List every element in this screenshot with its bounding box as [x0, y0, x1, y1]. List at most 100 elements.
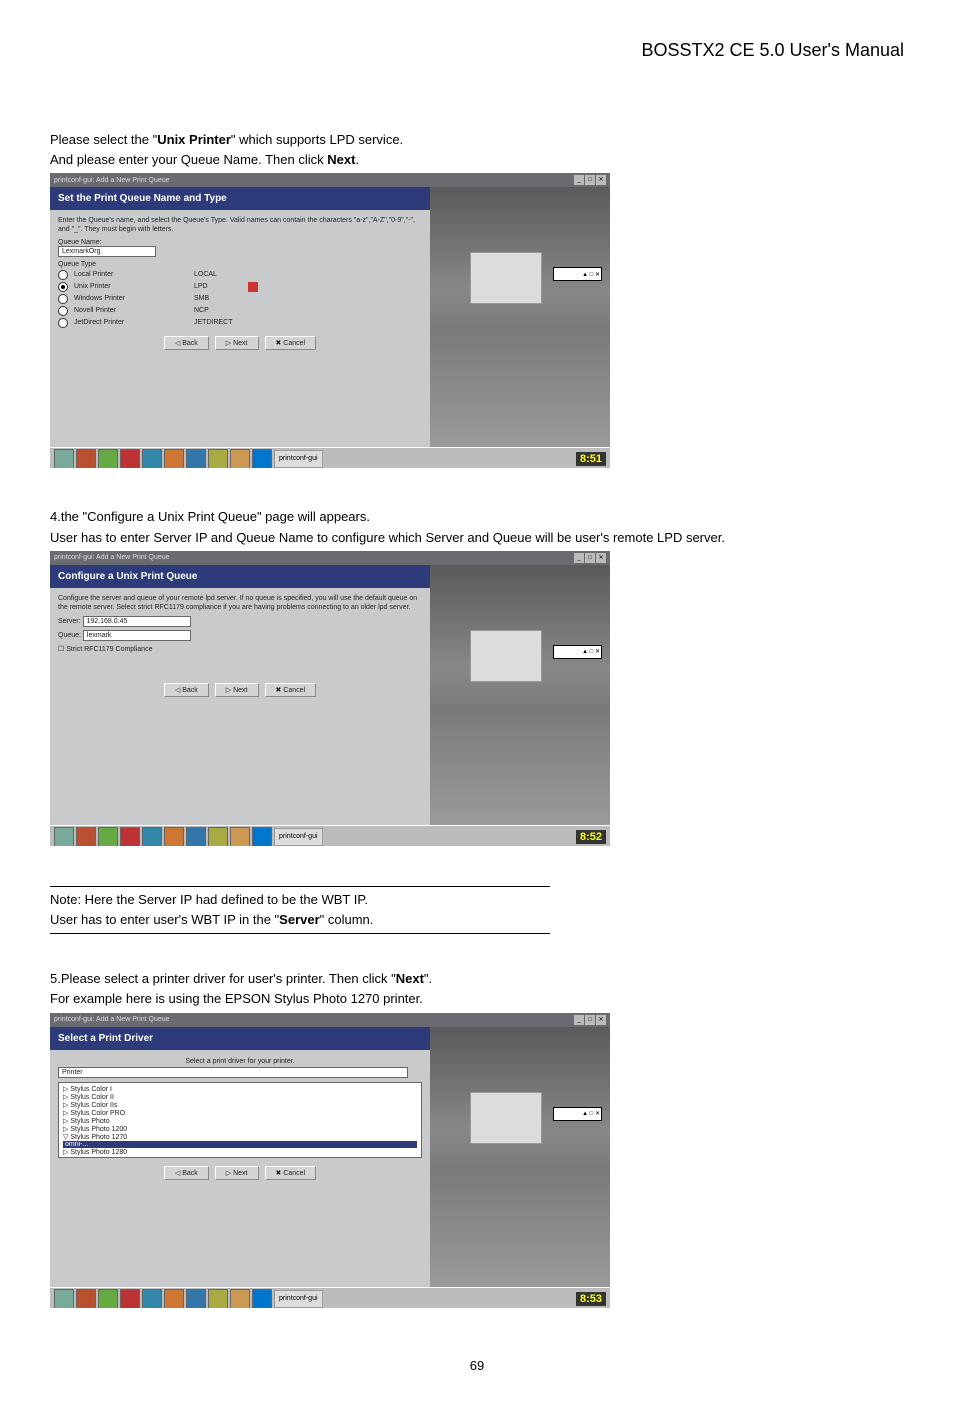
- next-button[interactable]: ▷ Next: [215, 336, 259, 350]
- taskbar: printconf-gui 8:53: [50, 1287, 610, 1308]
- small-window-icon: ▲ □ ✕: [553, 267, 602, 281]
- dialog-panel: Configure a Unix Print Queue Configure t…: [50, 565, 430, 825]
- background-photo: ▲ □ ✕: [430, 1027, 610, 1287]
- instruction-2b: User has to enter Server IP and Queue Na…: [50, 529, 904, 547]
- taskbar-icon[interactable]: [120, 827, 140, 846]
- taskbar-icon[interactable]: [252, 449, 272, 468]
- cancel-button[interactable]: ✖ Cancel: [265, 1166, 317, 1180]
- cancel-button[interactable]: ✖ Cancel: [265, 683, 317, 697]
- taskbar-app[interactable]: printconf-gui: [274, 828, 323, 846]
- taskbar-icon[interactable]: [142, 827, 162, 846]
- dialog-info: Configure the server and queue of your r…: [58, 594, 422, 612]
- divider: [50, 886, 550, 887]
- taskbar-icon[interactable]: [98, 1289, 118, 1308]
- taskbar-icon[interactable]: [54, 1289, 74, 1308]
- small-window-icon: ▲ □ ✕: [553, 1107, 602, 1121]
- instruction-3b: For example here is using the EPSON Styl…: [50, 990, 904, 1008]
- desktop-object-icon: [470, 630, 542, 682]
- minimize-icon[interactable]: _: [574, 553, 584, 563]
- close-icon[interactable]: ✕: [596, 175, 606, 185]
- window-titlebar: printconf-gui: Add a New Print Queue _ □…: [50, 551, 610, 565]
- minimize-icon[interactable]: _: [574, 1015, 584, 1025]
- queue-input[interactable]: lexmark: [83, 630, 191, 641]
- taskbar-icon[interactable]: [164, 827, 184, 846]
- queue-name-label: Queue Name:: [58, 239, 422, 246]
- server-input[interactable]: 192.168.0.45: [83, 616, 191, 627]
- taskbar-icon[interactable]: [120, 449, 140, 468]
- queue-type-label: Queue Type: [58, 261, 422, 268]
- taskbar-icon[interactable]: [54, 827, 74, 846]
- window-titlebar: printconf-gui: Add a New Print Queue _ □…: [50, 173, 610, 187]
- taskbar-icon[interactable]: [208, 449, 228, 468]
- maximize-icon[interactable]: □: [585, 1015, 595, 1025]
- close-icon[interactable]: ✕: [596, 553, 606, 563]
- page-number: 69: [50, 1358, 904, 1373]
- taskbar-icon[interactable]: [252, 827, 272, 846]
- background-photo: ▲ □ ✕: [430, 187, 610, 447]
- taskbar: printconf-gui 8:51: [50, 447, 610, 468]
- taskbar-icon[interactable]: [98, 449, 118, 468]
- small-window-icon: ▲ □ ✕: [553, 645, 602, 659]
- server-label: Server:: [58, 618, 81, 625]
- dialog-subtitle: Select a print driver for your printer.: [60, 1058, 420, 1065]
- dialog-info: Enter the Queue's name, and select the Q…: [58, 216, 422, 234]
- page-header: BOSSTX2 CE 5.0 User's Manual: [50, 40, 904, 61]
- radio-local[interactable]: Local PrinterLOCAL: [58, 270, 422, 280]
- taskbar-icon[interactable]: [76, 827, 96, 846]
- taskbar-icon[interactable]: [186, 827, 206, 846]
- close-icon[interactable]: ✕: [596, 1015, 606, 1025]
- radio-unix[interactable]: Unix PrinterLPD: [58, 282, 422, 292]
- minimize-icon[interactable]: _: [574, 175, 584, 185]
- selected-driver[interactable]: omni-...: [63, 1141, 417, 1148]
- desktop-object-icon: [470, 252, 542, 304]
- queue-name-input[interactable]: LexmarkOrg: [58, 246, 156, 257]
- taskbar-app[interactable]: printconf-gui: [274, 1290, 323, 1308]
- back-button[interactable]: ◁ Back: [164, 336, 209, 350]
- taskbar: printconf-gui 8:52: [50, 825, 610, 846]
- taskbar-app[interactable]: printconf-gui: [274, 450, 323, 468]
- instruction-1a: Please select the "Unix Printer" which s…: [50, 131, 904, 149]
- background-photo: ▲ □ ✕: [430, 565, 610, 825]
- taskbar-icon[interactable]: [164, 1289, 184, 1308]
- radio-jetdirect[interactable]: JetDirect PrinterJETDIRECT: [58, 318, 422, 328]
- taskbar-icon[interactable]: [230, 1289, 250, 1308]
- taskbar-clock: 8:51: [576, 452, 606, 466]
- driver-list[interactable]: ▷ Stylus Color I ▷ Stylus Color II ▷ Sty…: [58, 1082, 422, 1158]
- dialog-heading: Configure a Unix Print Queue: [50, 565, 430, 588]
- instruction-1b: And please enter your Queue Name. Then c…: [50, 151, 904, 169]
- next-button[interactable]: ▷ Next: [215, 683, 259, 697]
- desktop-object-icon: [470, 1092, 542, 1144]
- note-line2: User has to enter user's WBT IP in the "…: [50, 911, 904, 929]
- taskbar-icon[interactable]: [164, 449, 184, 468]
- taskbar-icon[interactable]: [76, 449, 96, 468]
- cancel-button[interactable]: ✖ Cancel: [265, 336, 317, 350]
- taskbar-icon[interactable]: [142, 449, 162, 468]
- taskbar-icon[interactable]: [230, 827, 250, 846]
- maximize-icon[interactable]: □: [585, 175, 595, 185]
- taskbar-icon[interactable]: [208, 827, 228, 846]
- radio-novell[interactable]: Novell PrinterNCP: [58, 306, 422, 316]
- back-button[interactable]: ◁ Back: [164, 1166, 209, 1180]
- taskbar-icon[interactable]: [98, 827, 118, 846]
- taskbar-icon[interactable]: [120, 1289, 140, 1308]
- taskbar-icon[interactable]: [208, 1289, 228, 1308]
- taskbar-icon[interactable]: [54, 449, 74, 468]
- maximize-icon[interactable]: □: [585, 553, 595, 563]
- taskbar-icon[interactable]: [142, 1289, 162, 1308]
- dialog-panel: Select a Print Driver Select a print dri…: [50, 1027, 430, 1287]
- window-titlebar: printconf-gui: Add a New Print Queue _ □…: [50, 1013, 610, 1027]
- dialog-heading: Set the Print Queue Name and Type: [50, 187, 430, 210]
- taskbar-icon[interactable]: [230, 449, 250, 468]
- taskbar-icon[interactable]: [186, 1289, 206, 1308]
- back-button[interactable]: ◁ Back: [164, 683, 209, 697]
- note-line1: Note: Here the Server IP had defined to …: [50, 891, 904, 909]
- radio-windows[interactable]: Windows PrinterSMB: [58, 294, 422, 304]
- instruction-2a: 4.the "Configure a Unix Print Queue" pag…: [50, 508, 904, 526]
- taskbar-icon[interactable]: [76, 1289, 96, 1308]
- screenshot-3: printconf-gui: Add a New Print Queue _ □…: [50, 1013, 610, 1308]
- taskbar-icon[interactable]: [252, 1289, 272, 1308]
- taskbar-icon[interactable]: [186, 449, 206, 468]
- dialog-panel: Set the Print Queue Name and Type Enter …: [50, 187, 430, 447]
- rfc-checkbox[interactable]: ☐ Strict RFC1179 Compliance: [58, 645, 422, 653]
- next-button[interactable]: ▷ Next: [215, 1166, 259, 1180]
